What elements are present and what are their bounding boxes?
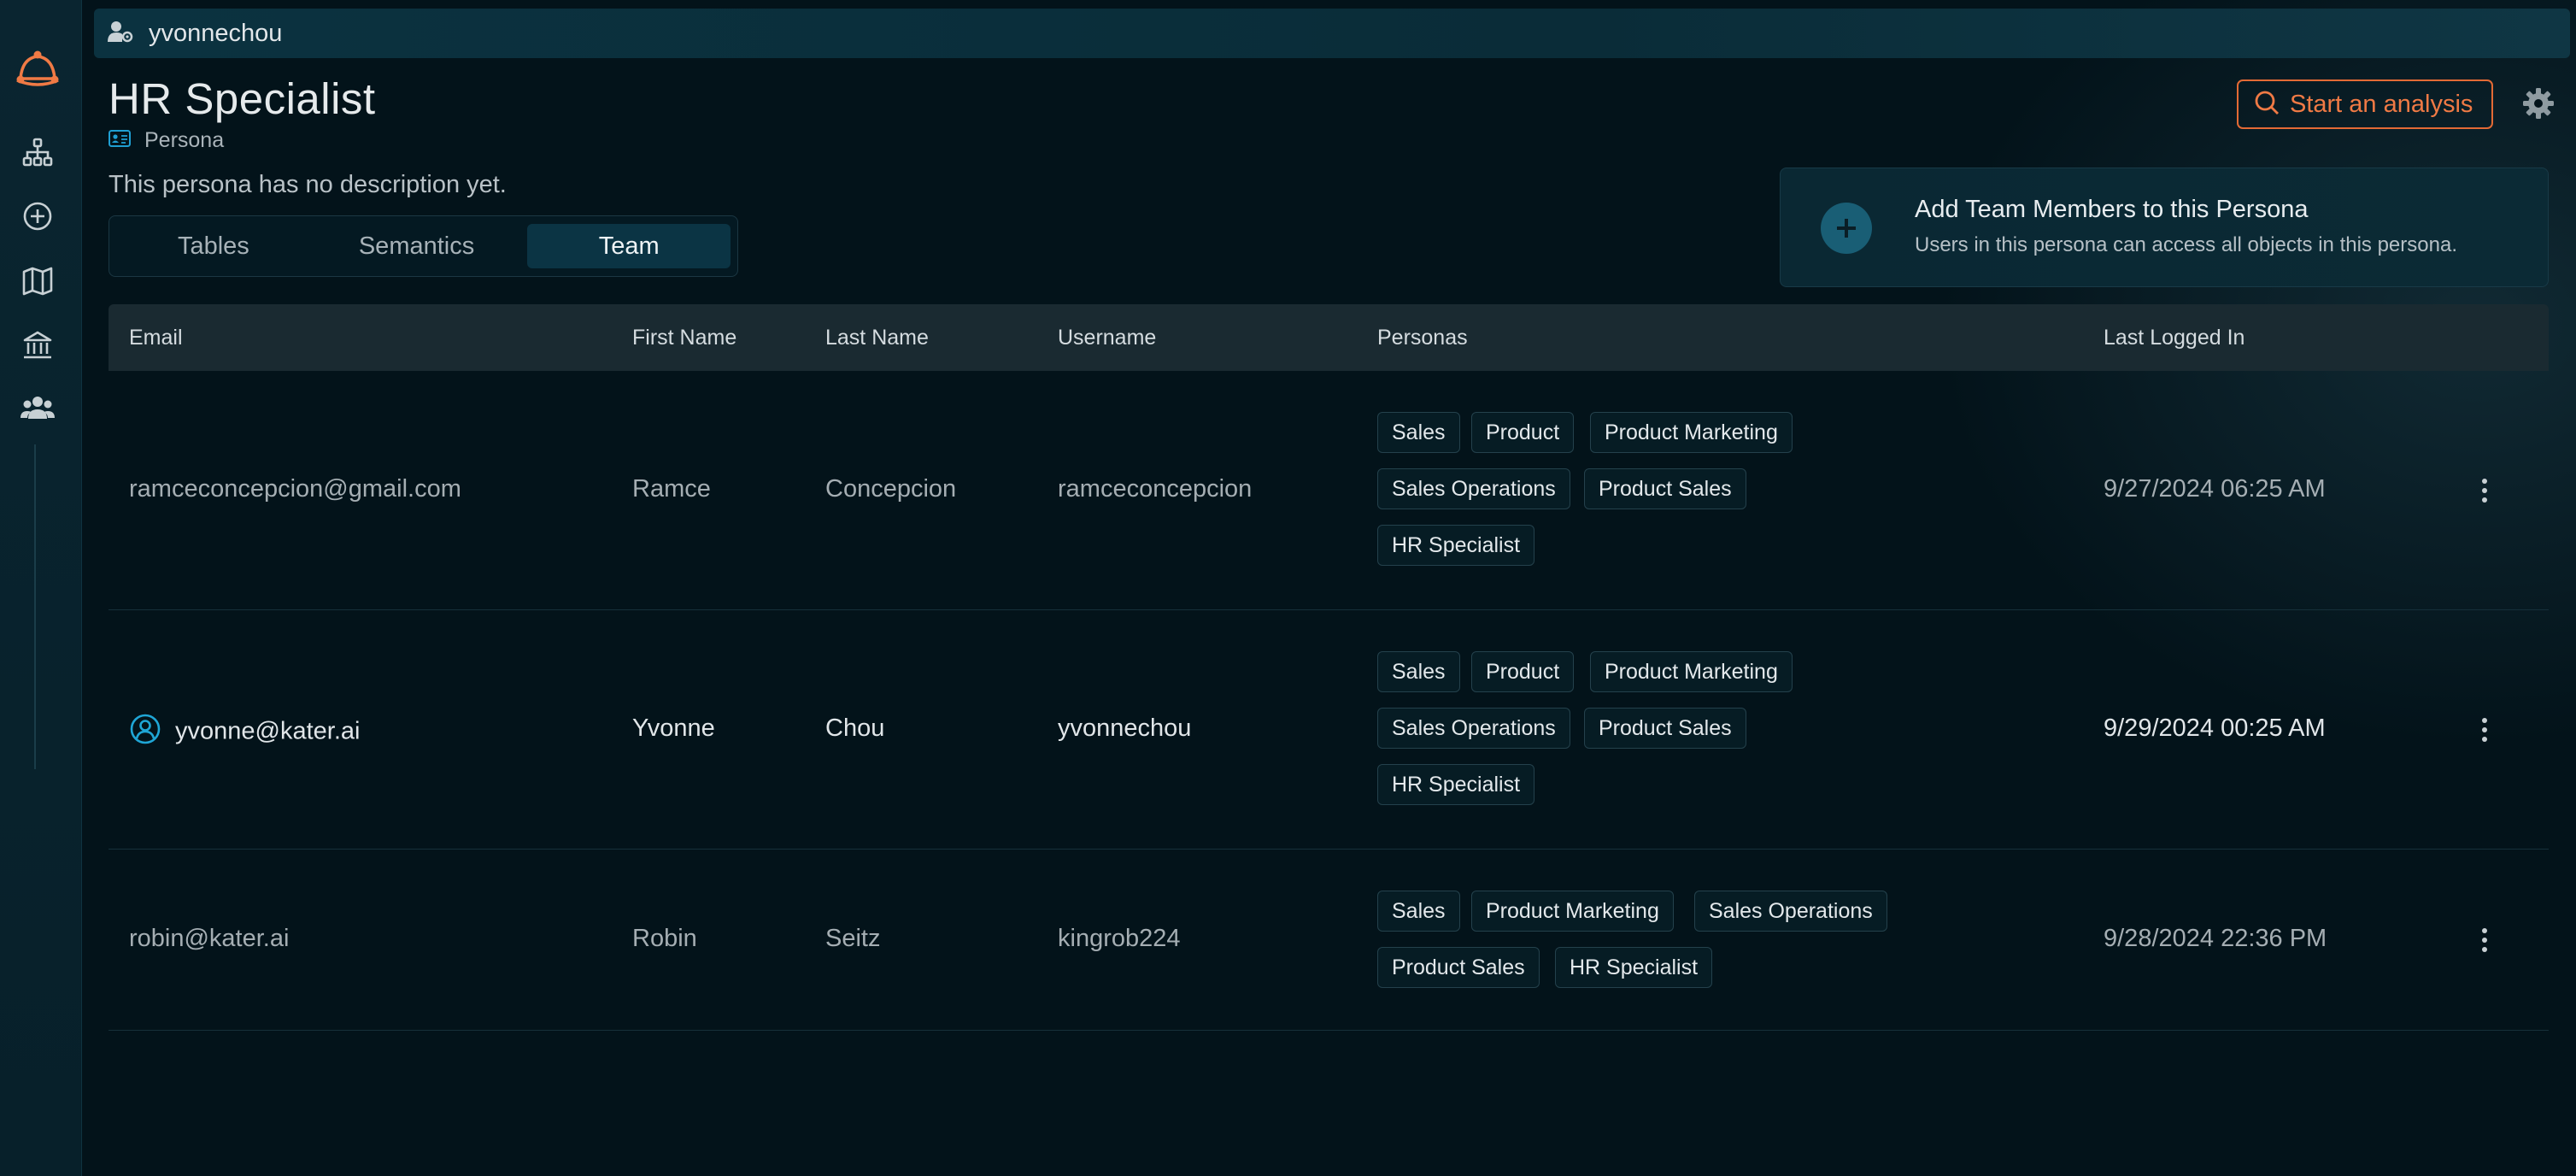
persona-chip: Product Sales (1584, 468, 1746, 509)
persona-chip: Sales Operations (1377, 708, 1570, 749)
persona-chip: HR Specialist (1555, 947, 1713, 988)
column-header-last-name[interactable]: Last Name (825, 304, 929, 371)
email-cell: robin@kater.ai (129, 925, 290, 952)
plus-circle-icon[interactable] (19, 197, 56, 235)
first-name-cell: Ramce (632, 475, 711, 503)
table-row[interactable]: ramceconcepcion@gmail.com Ramce Concepci… (109, 371, 2549, 610)
current-username[interactable]: yvonnechou (149, 20, 282, 48)
persona-chip: Sales (1377, 891, 1460, 932)
email-cell: ramceconcepcion@gmail.com (129, 475, 461, 503)
last-name-cell: Seitz (825, 925, 881, 952)
id-card-icon (109, 130, 131, 151)
email-cell: yvonne@kater.ai (129, 713, 360, 752)
last-name-cell: Concepcion (825, 475, 957, 503)
persona-type-label: Persona (144, 128, 225, 152)
last-logged-in-cell: 9/29/2024 00:25 AM (2104, 714, 2326, 742)
persona-chip: Product (1471, 412, 1575, 453)
persona-chip: Product Marketing (1590, 412, 1793, 453)
users-icon[interactable] (19, 390, 56, 427)
sidebar (0, 0, 82, 1176)
top-bar: yvonnechou (94, 9, 2570, 58)
persona-description: This persona has no description yet. (109, 171, 507, 198)
persona-chip: Sales Operations (1377, 468, 1570, 509)
persona-tabs: Tables Semantics Team (109, 215, 738, 277)
table-row[interactable]: yvonne@kater.ai Yvonne Chou yvonnechou S… (109, 610, 2549, 850)
persona-chip: Sales (1377, 412, 1460, 453)
current-user-icon (129, 713, 161, 752)
tab-semantics[interactable]: Semantics (311, 224, 523, 268)
add-member-plus-icon[interactable] (1821, 203, 1872, 254)
start-analysis-label: Start an analysis (2290, 90, 2473, 118)
table-header: Email First Name Last Name Username Pers… (109, 304, 2549, 371)
username-cell: ramceconcepcion (1058, 475, 1253, 503)
add-card-subtitle: Users in this persona can access all obj… (1915, 233, 2457, 256)
row-menu-icon[interactable] (2476, 923, 2493, 957)
page-title: HR Specialist (109, 74, 376, 123)
last-logged-in-cell: 9/27/2024 06:25 AM (2104, 475, 2326, 503)
column-header-first-name[interactable]: First Name (632, 304, 736, 371)
persona-chip: HR Specialist (1377, 764, 1535, 805)
persona-chip: Sales (1377, 651, 1460, 692)
kater-logo-icon[interactable] (12, 43, 63, 94)
persona-chip: Sales Operations (1694, 891, 1887, 932)
persona-chip: Product Sales (1584, 708, 1746, 749)
tab-tables[interactable]: Tables (116, 224, 311, 268)
tab-team[interactable]: Team (527, 224, 731, 268)
user-gear-icon (108, 21, 133, 47)
username-cell: kingrob224 (1058, 925, 1181, 952)
table-row[interactable]: robin@kater.ai Robin Seitz kingrob224 Sa… (109, 850, 2549, 1031)
search-icon (2254, 90, 2280, 120)
personas-cell: Sales Product Product Marketing Sales Op… (1377, 651, 2078, 805)
gear-icon[interactable] (2520, 85, 2556, 121)
persona-chip: Product (1471, 651, 1575, 692)
persona-chip: Product Marketing (1471, 891, 1674, 932)
row-menu-icon[interactable] (2476, 713, 2493, 747)
column-header-username[interactable]: Username (1058, 304, 1156, 371)
row-menu-icon[interactable] (2476, 473, 2493, 508)
bank-icon[interactable] (19, 326, 56, 364)
last-name-cell: Chou (825, 714, 885, 742)
column-header-email[interactable]: Email (129, 304, 183, 371)
personas-cell: Sales Product Marketing Sales Operations… (1377, 891, 2078, 993)
first-name-cell: Robin (632, 925, 697, 952)
username-cell: yvonnechou (1058, 714, 1192, 742)
persona-chip: Product Marketing (1590, 651, 1793, 692)
column-header-last-logged-in[interactable]: Last Logged In (2104, 304, 2244, 371)
hierarchy-icon[interactable] (19, 133, 56, 171)
map-icon[interactable] (19, 262, 56, 300)
persona-chip: HR Specialist (1377, 525, 1535, 566)
persona-chip: Product Sales (1377, 947, 1540, 988)
email-text: yvonne@kater.ai (175, 717, 361, 745)
personas-cell: Sales Product Product Marketing Sales Op… (1377, 412, 2078, 566)
last-logged-in-cell: 9/28/2024 22:36 PM (2104, 925, 2327, 952)
first-name-cell: Yvonne (632, 714, 715, 742)
add-card-title: Add Team Members to this Persona (1915, 196, 2309, 223)
add-team-members-card: Add Team Members to this Persona Users i… (1780, 168, 2549, 287)
column-header-personas[interactable]: Personas (1377, 304, 1468, 371)
sidebar-divider (34, 444, 36, 769)
persona-type-row: Persona (109, 128, 224, 153)
start-analysis-button[interactable]: Start an analysis (2237, 79, 2493, 129)
